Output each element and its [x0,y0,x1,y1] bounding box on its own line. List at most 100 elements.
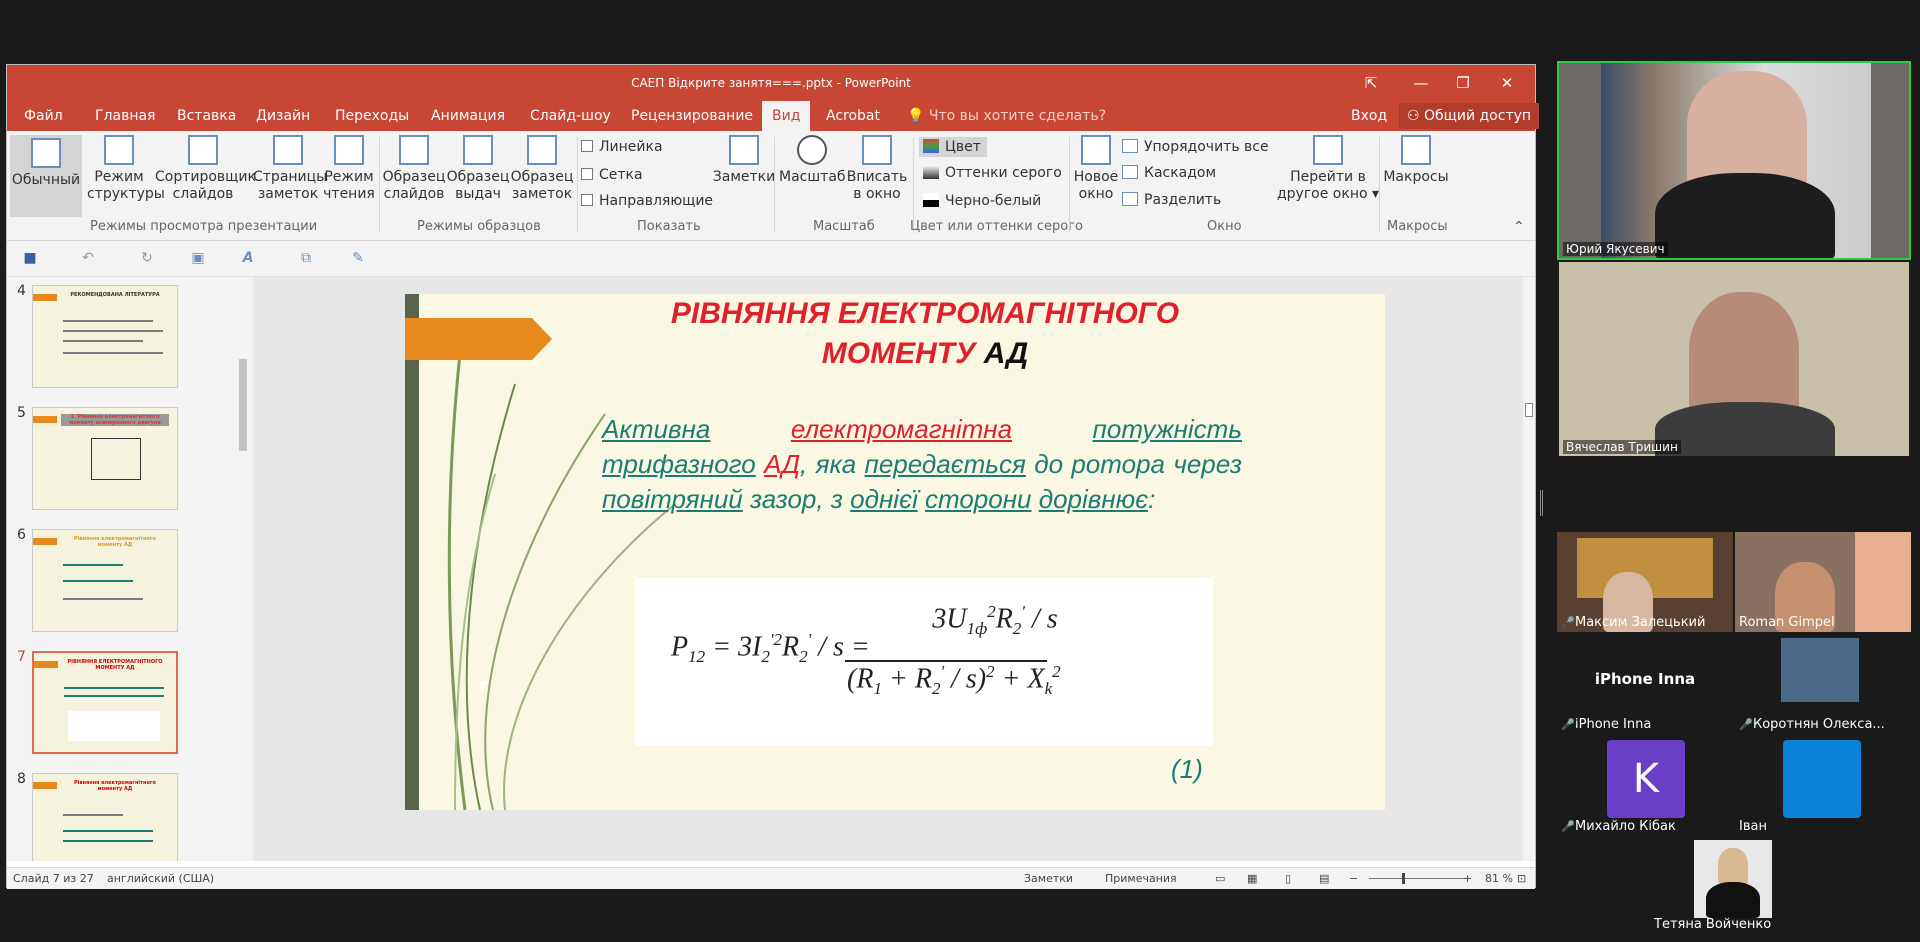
new-window-button[interactable]: Новое окно [1071,135,1121,203]
formula-symbol-p: P [671,631,689,663]
video-tile[interactable]: Вячеслав Тришин [1559,262,1909,456]
video-tile[interactable]: K 🎤Михайло Кібак [1557,736,1733,836]
formula-denominator: (R1 + R2' / s)2 + Xk2 [847,662,1061,698]
close-button[interactable]: ✕ [1491,71,1523,95]
zoom-level[interactable]: 81 % [1485,872,1513,885]
slide-master-button[interactable]: Образец слайдов [382,135,446,203]
grayscale-button[interactable]: Оттенки серого [923,165,1062,181]
participant-placeholder: iPhone Inna [1594,670,1696,688]
guides-checkbox[interactable]: Направляющие [581,193,713,209]
new-slide-icon[interactable]: ⧉ [297,250,315,268]
video-tile[interactable]: 🎤Коротнян Олекса... [1735,634,1911,734]
normal-view-icon[interactable]: ▭ [1215,872,1225,885]
zoom-slider[interactable] [1369,878,1465,879]
thumbnail-line [63,598,143,600]
video-tile[interactable]: 🎤Максим Залецький [1557,532,1733,632]
notes-page-button[interactable]: Страницы заметок [253,135,327,203]
participant-name: Коротнян Олекса... [1753,717,1885,732]
slide-sorter-icon[interactable]: ▦ [1247,872,1257,885]
video-tile[interactable]: iPhone Inna 🎤iPhone Inna [1557,634,1733,734]
participant-name: Roman Gimpel [1739,615,1835,630]
tab-home[interactable]: Главная [95,101,155,131]
cascade-button[interactable]: Каскадом [1122,165,1216,181]
comments-toggle[interactable]: Примечания [1105,872,1177,885]
checkbox-box [581,140,593,152]
zoom-slider-knob[interactable] [1402,873,1405,884]
slide-thumbnail[interactable]: Рівняння електромагнітного моменту АД [32,773,178,861]
normal-view-button[interactable]: Обычный [10,135,82,217]
minimize-button[interactable]: — [1405,71,1437,95]
split-button[interactable]: Разделить [1122,192,1221,208]
macros-icon [1401,135,1431,165]
macros-button[interactable]: Макросы [1381,135,1451,186]
panel-resize-handle[interactable] [1540,490,1543,516]
sign-in-link[interactable]: Вход [1351,101,1387,132]
tab-file[interactable]: Файл [24,101,63,131]
scrollbar-thumb[interactable] [1525,403,1533,417]
arrange-all-button[interactable]: Упорядочить все [1122,139,1269,155]
slide-sorter-button[interactable]: Сортировщик слайдов [155,135,256,203]
normal-view-icon [31,138,61,168]
video-tile[interactable]: Іван [1735,736,1911,836]
group-window: Окно [1207,219,1242,234]
tab-slideshow[interactable]: Слайд-шоу [530,101,611,131]
reading-view-button[interactable]: Режим чтения [323,135,375,203]
font-color-icon[interactable]: A [239,250,257,268]
slideshow-icon[interactable]: ▤ [1319,872,1329,885]
avatar-seagull [1781,638,1859,702]
ribbon-display-options-icon[interactable]: ⇱ [1355,71,1387,95]
tab-acrobat[interactable]: Acrobat [826,101,880,131]
thumbnail-line [63,352,163,354]
slide-thumbnail-current[interactable]: РІВНЯННЯ ЕЛЕКТРОМАГНІТНОГО МОМЕНТУ АД [32,651,178,754]
notes-button[interactable]: Заметки [712,135,776,186]
tab-review[interactable]: Рецензирование [631,101,753,131]
color-button[interactable]: Цвет [919,137,987,157]
slide-thumbnail[interactable]: Рівняння електромагнітного моменту АД [32,529,178,632]
fit-to-window-button[interactable]: Вписать в окно [845,135,909,203]
edit-icon[interactable]: ✎ [349,250,367,268]
video-tile[interactable]: Тетяна Войченко [1646,838,1822,934]
switch-windows-button[interactable]: Перейти в другое окно ▾ [1275,135,1381,203]
tab-design[interactable]: Дизайн [256,101,310,131]
slide-scrollbar[interactable] [1523,277,1535,861]
tab-transitions[interactable]: Переходы [335,101,409,131]
black-white-button[interactable]: Черно-белый [923,193,1041,209]
redo-icon[interactable]: ↻ [138,250,156,268]
outline-view-button[interactable]: Режим структуры [87,135,165,203]
notes-toggle[interactable]: Заметки [1024,872,1073,885]
body-word: дорівнює [1038,484,1149,514]
notes-master-button[interactable]: Образец заметок [510,135,574,203]
zoom-in-icon[interactable]: + [1463,872,1472,885]
slide-thumbnail[interactable]: РЕКОМЕНДОВАНА ЛІТЕРАТУРА [32,285,178,388]
save-icon[interactable]: ■ [21,250,39,268]
undo-icon[interactable]: ↶ [79,250,97,268]
thumbnail-scrollbar[interactable] [237,297,249,861]
video-tile-speaker[interactable]: Юрий Якусевич [1557,61,1911,260]
slide-thumbnail[interactable]: 1. Рівняння електромагнітного моменту ас… [32,407,178,510]
ruler-checkbox[interactable]: Линейка [581,139,663,155]
slide-number: 4 [17,283,26,299]
collapse-ribbon-icon[interactable]: ⌃ [1513,219,1525,235]
slide-canvas[interactable]: РІВНЯННЯ ЕЛЕКТРОМАГНІТНОГО МОМЕНТУ АД Акт… [405,294,1385,810]
video-tile[interactable]: Roman Gimpel [1735,532,1911,632]
thumbnail-line [63,830,153,832]
tell-me-search[interactable]: 💡 Что вы хотите сделать? [907,101,1106,132]
zoom-button[interactable]: Масштаб [779,135,846,186]
share-button[interactable]: ⚇ Общий доступ [1399,103,1540,129]
language-indicator[interactable]: английский (США) [107,872,214,885]
group-zoom: Масштаб [813,219,875,234]
tab-insert[interactable]: Вставка [177,101,236,131]
tab-animations[interactable]: Анимация [431,101,505,131]
scrollbar-thumb[interactable] [239,359,247,451]
tab-view[interactable]: Вид [762,101,811,131]
zoom-out-icon[interactable]: − [1349,872,1358,885]
restore-button[interactable]: ❐ [1447,71,1479,95]
split-icon [1122,192,1138,206]
fit-slide-icon[interactable]: ⊡ [1517,872,1526,885]
slideshow-icon[interactable]: ▣ [189,250,207,268]
reading-view-icon[interactable]: ▯ [1285,872,1291,885]
handout-master-button[interactable]: Образец выдач [446,135,510,203]
powerpoint-window: САЕП Відкрите занятя===.pptx - PowerPoin… [6,64,1540,889]
thumbnail-line [64,695,164,697]
grid-checkbox[interactable]: Сетка [581,167,643,183]
